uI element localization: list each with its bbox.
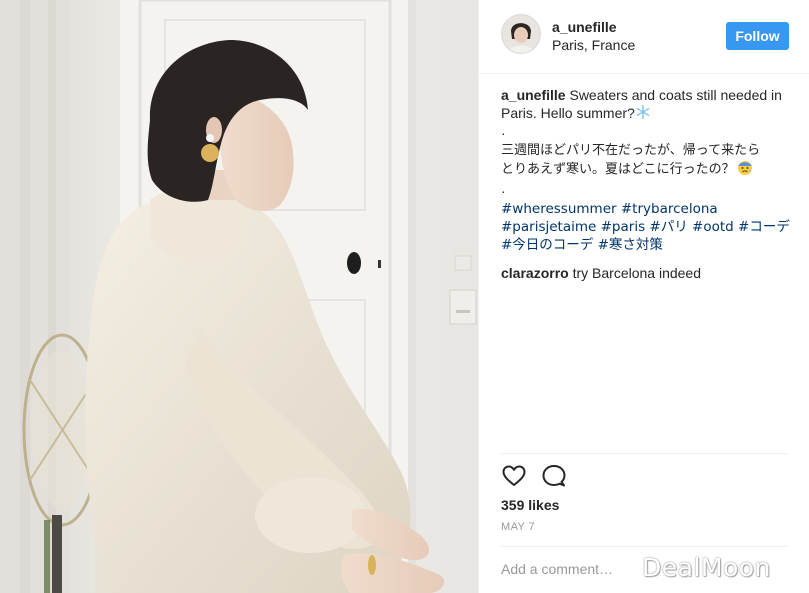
comment-username[interactable]: clarazorro <box>501 265 569 281</box>
comment-text: try Barcelona indeed <box>572 265 702 281</box>
header-username[interactable]: a_unefille <box>552 19 617 35</box>
comment: clarazorro try Barcelona indeed <box>501 264 793 282</box>
caption-text-jp-line2-text: とりあえず寒い。夏はどこに行ったの？ <box>501 162 735 177</box>
hashtag[interactable]: #コーデ <box>738 219 790 235</box>
hashtag[interactable]: #paris <box>601 219 646 235</box>
header-location[interactable]: Paris, France <box>552 37 635 53</box>
hashtag[interactable]: #parisjetaime <box>501 219 596 235</box>
snowflake-emoji-icon <box>635 104 651 124</box>
hashtag[interactable]: #ootd <box>692 219 734 235</box>
instagram-post: a_unefille Paris, France Follow a_unefil… <box>0 0 809 593</box>
hashtags: #wheressummer #trybarcelona #parisjetaim… <box>501 200 793 254</box>
photo-woman-white-sweater <box>0 0 478 593</box>
caption-text-jp-line2: とりあえず寒い。夏はどこに行ったの？ <box>501 160 793 182</box>
speech-bubble-icon[interactable] <box>541 463 567 489</box>
hashtag[interactable]: #寒さ対策 <box>598 237 663 253</box>
heart-outline-icon[interactable] <box>501 463 527 489</box>
caption-dot-2: · <box>501 183 506 199</box>
post-sidebar: a_unefille Paris, France Follow a_unefil… <box>478 0 809 593</box>
watermark: DealMoon <box>642 553 771 582</box>
caption: a_unefille Sweaters and coats still need… <box>501 86 793 254</box>
anxious-face-emoji-icon <box>737 160 753 182</box>
hashtag[interactable]: #今日のコーデ <box>501 237 593 253</box>
divider <box>501 453 788 454</box>
follow-button[interactable]: Follow <box>726 22 789 50</box>
avatar-image <box>502 15 540 53</box>
hashtag[interactable]: #trybarcelona <box>621 201 718 217</box>
hashtag[interactable]: #wheressummer <box>501 201 617 217</box>
caption-dot-1: · <box>501 125 506 141</box>
caption-username[interactable]: a_unefille <box>501 87 566 103</box>
post-photo[interactable] <box>0 0 478 593</box>
likes-count[interactable]: 359 likes <box>501 497 559 513</box>
hashtag[interactable]: #パリ <box>649 219 687 235</box>
post-header: a_unefille Paris, France Follow <box>479 0 809 74</box>
comments-section: a_unefille Sweaters and coats still need… <box>501 86 793 282</box>
caption-text-jp-line1: 三週間ほどパリ不在だったが、帰って来たら <box>501 143 761 158</box>
post-date[interactable]: MAY 7 <box>501 521 535 533</box>
divider <box>501 546 788 547</box>
avatar[interactable] <box>501 14 541 54</box>
